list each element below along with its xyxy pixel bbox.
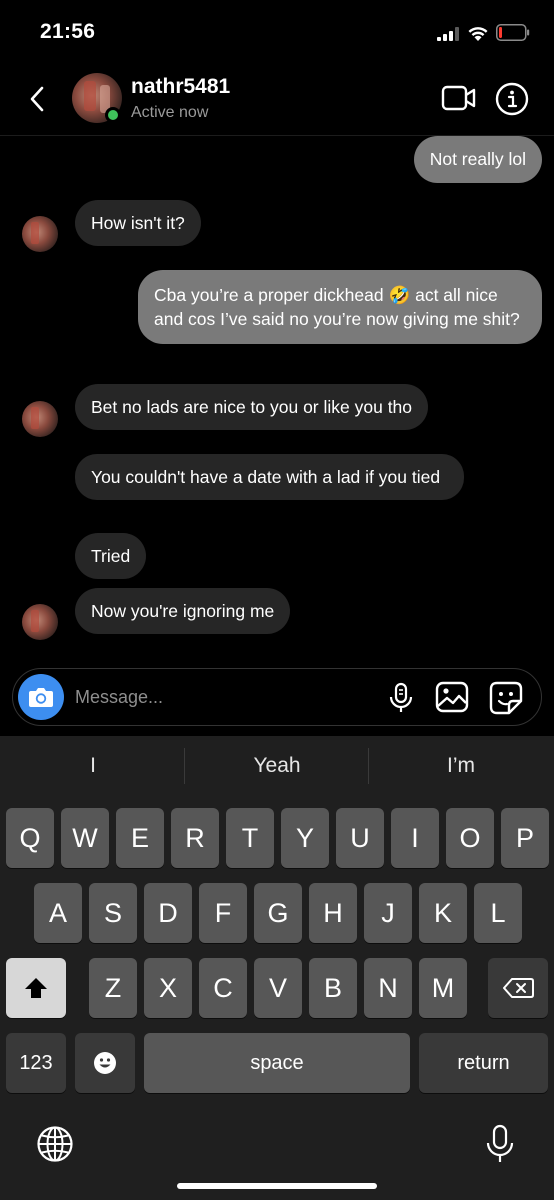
- back-button[interactable]: [22, 82, 52, 116]
- online-status-dot: [105, 107, 121, 123]
- key-p[interactable]: P: [501, 808, 549, 868]
- predictive-text-bar: I Yeah I’m: [0, 736, 554, 802]
- key-e[interactable]: E: [116, 808, 164, 868]
- message-bubble-received[interactable]: Tried: [75, 533, 147, 579]
- status-time: 21:56: [40, 20, 96, 43]
- contact-username[interactable]: nathr5481: [131, 75, 230, 99]
- key-k[interactable]: K: [419, 883, 467, 943]
- key-z[interactable]: Z: [89, 958, 137, 1018]
- chat-header: nathr5481 Active now: [0, 64, 554, 136]
- globe-icon[interactable]: [36, 1125, 74, 1163]
- key-a[interactable]: A: [34, 883, 82, 943]
- delete-key[interactable]: [488, 958, 548, 1018]
- video-call-icon[interactable]: [441, 84, 477, 112]
- key-f[interactable]: F: [199, 883, 247, 943]
- emoji-key[interactable]: [75, 1033, 135, 1093]
- key-w[interactable]: W: [61, 808, 109, 868]
- status-bar: 21:56: [0, 0, 554, 64]
- dictation-microphone-icon[interactable]: [485, 1124, 515, 1164]
- microphone-icon[interactable]: [387, 682, 415, 714]
- message-bubble-received[interactable]: How isn't it?: [75, 200, 201, 246]
- numbers-key[interactable]: 123: [6, 1033, 66, 1093]
- camera-button[interactable]: [18, 674, 64, 720]
- sticker-icon[interactable]: [489, 681, 523, 715]
- message-sender-avatar[interactable]: [22, 604, 58, 640]
- message-bubble-sent[interactable]: Not really lol: [413, 136, 542, 183]
- key-j[interactable]: J: [364, 883, 412, 943]
- key-g[interactable]: G: [254, 883, 302, 943]
- photo-gallery-icon[interactable]: [435, 681, 469, 713]
- emoji-icon: [94, 1052, 116, 1074]
- battery-icon: [496, 24, 530, 41]
- message-thread: Not really lol How isn't it? Cba you’re …: [0, 136, 554, 656]
- keyboard: I Yeah I’m Q W E R T Y U I O P A S D F G…: [0, 736, 554, 1200]
- key-c[interactable]: C: [199, 958, 247, 1018]
- home-indicator[interactable]: [177, 1183, 377, 1189]
- message-sender-avatar[interactable]: [22, 401, 58, 437]
- key-t[interactable]: T: [226, 808, 274, 868]
- key-m[interactable]: M: [419, 958, 467, 1018]
- suggestion-item[interactable]: Yeah: [187, 748, 367, 784]
- key-u[interactable]: U: [336, 808, 384, 868]
- key-x[interactable]: X: [144, 958, 192, 1018]
- key-h[interactable]: H: [309, 883, 357, 943]
- key-s[interactable]: S: [89, 883, 137, 943]
- message-bubble-received[interactable]: Bet no lads are nice to you or like you …: [75, 384, 429, 430]
- suggestion-divider: [368, 748, 369, 784]
- suggestion-item[interactable]: I: [3, 748, 183, 784]
- message-bubble-received[interactable]: Now you're ignoring me: [75, 588, 291, 634]
- message-bubble-sent[interactable]: Cba you’re a proper dickhead 🤣 act all n…: [138, 270, 542, 344]
- suggestion-divider: [184, 748, 185, 784]
- chevron-left-icon: [30, 86, 44, 112]
- suggestion-item[interactable]: I’m: [371, 748, 551, 784]
- cellular-signal-icon: [437, 27, 459, 41]
- message-sender-avatar[interactable]: [22, 216, 58, 252]
- camera-icon: [29, 688, 53, 707]
- message-bubble-received[interactable]: You couldn't have a date with a lad if y…: [75, 454, 464, 500]
- key-q[interactable]: Q: [6, 808, 54, 868]
- shift-arrow-icon: [25, 978, 47, 998]
- key-d[interactable]: D: [144, 883, 192, 943]
- key-l[interactable]: L: [474, 883, 522, 943]
- space-key[interactable]: space: [144, 1033, 410, 1093]
- key-o[interactable]: O: [446, 808, 494, 868]
- key-i[interactable]: I: [391, 808, 439, 868]
- message-composer: [12, 668, 542, 726]
- info-icon[interactable]: [495, 82, 529, 116]
- wifi-icon: [468, 27, 488, 41]
- shift-key[interactable]: [6, 958, 66, 1018]
- key-b[interactable]: B: [309, 958, 357, 1018]
- key-v[interactable]: V: [254, 958, 302, 1018]
- return-key[interactable]: return: [419, 1033, 548, 1093]
- key-r[interactable]: R: [171, 808, 219, 868]
- key-y[interactable]: Y: [281, 808, 329, 868]
- key-n[interactable]: N: [364, 958, 412, 1018]
- message-input[interactable]: [75, 684, 375, 710]
- contact-active-status: Active now: [131, 104, 209, 121]
- backspace-icon: [503, 978, 534, 998]
- contact-avatar[interactable]: [72, 73, 122, 123]
